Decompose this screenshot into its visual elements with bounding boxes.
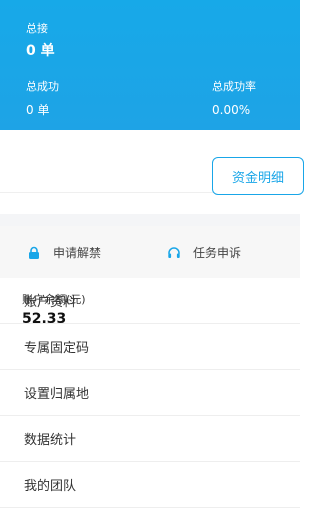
- section-divider: [0, 214, 300, 226]
- success-rate-value: 0.00%: [212, 103, 251, 117]
- task-appeal-label: 任务申诉: [193, 246, 242, 260]
- total-success-label: 总成功: [26, 80, 59, 93]
- apply-unblock-label: 申请解禁: [53, 246, 102, 260]
- apply-unblock-button[interactable]: 申请解禁: [27, 244, 101, 261]
- menu-item-statistics[interactable]: 数据统计: [0, 416, 300, 462]
- total-success-value: 0 单: [26, 103, 50, 117]
- task-appeal-button[interactable]: 任务申诉: [167, 244, 241, 261]
- menu-list: 账户资料 专属固定码 设置归属地 数据统计 我的团队: [0, 278, 300, 508]
- menu-item-set-location[interactable]: 设置归属地: [0, 370, 300, 416]
- fund-details-button[interactable]: 资金明细: [212, 157, 304, 195]
- success-rate-label: 总成功率: [212, 80, 256, 93]
- menu-item-fixed-code[interactable]: 专属固定码: [0, 324, 300, 370]
- headset-icon: [168, 246, 180, 258]
- menu-item-my-team[interactable]: 我的团队: [0, 462, 300, 508]
- menu-item-account-info[interactable]: 账户资料: [0, 278, 300, 324]
- stats-header: 总接 0 单 总成功 0 单 总成功率 0.00%: [0, 0, 300, 130]
- lock-icon: [29, 246, 39, 259]
- action-bar: 申请解禁 任务申诉: [0, 226, 300, 278]
- total-orders-label: 总接: [26, 22, 48, 35]
- total-orders-value: 0 单: [26, 43, 55, 59]
